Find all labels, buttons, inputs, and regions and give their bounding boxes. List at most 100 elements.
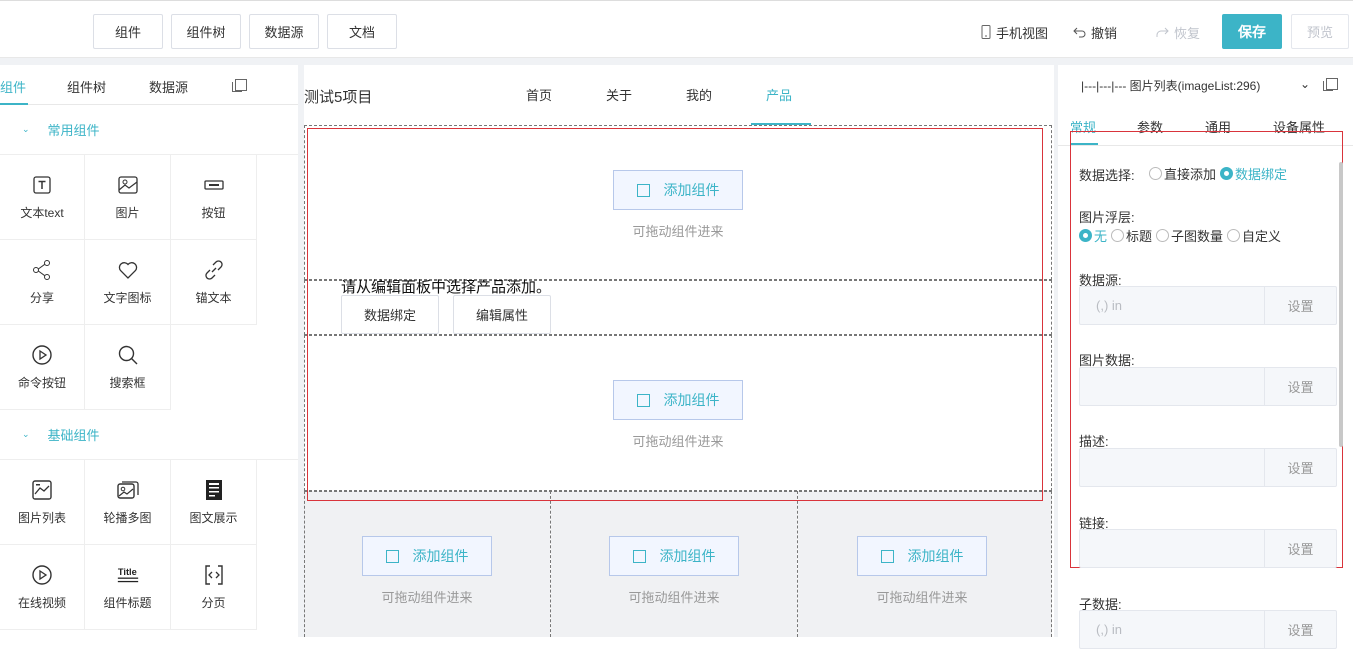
property-panel: |---|---|--- 图片列表(imageList:296) ⌄ 常规 参数…: [1058, 65, 1353, 665]
add-component-button[interactable]: 添加组件: [362, 536, 492, 576]
nav-item-about[interactable]: 关于: [606, 85, 632, 104]
drag-hint: 可拖动组件进来: [628, 590, 720, 605]
svg-text:Title: Title: [117, 567, 136, 577]
component-image-list[interactable]: 图片列表: [0, 460, 85, 545]
toolbar-components-button[interactable]: 组件: [93, 14, 163, 49]
pagination-icon: [203, 564, 225, 586]
image-icon: [117, 174, 139, 196]
radio-label: 标题: [1126, 229, 1153, 244]
component-label: 轮播多图: [103, 510, 152, 525]
square-icon: [636, 393, 650, 407]
set-button[interactable]: 设置: [1264, 368, 1336, 405]
component-anchor-text[interactable]: 锚文本: [171, 240, 257, 325]
nav-item-home[interactable]: 首页: [526, 85, 552, 104]
phone-icon: [981, 25, 991, 39]
radio-direct-add[interactable]: [1149, 167, 1162, 180]
chevron-down-icon[interactable]: ⌄: [1300, 77, 1310, 91]
button-icon: [203, 174, 225, 196]
set-button[interactable]: 设置: [1264, 611, 1336, 648]
component-image-text[interactable]: 图文展示: [171, 460, 257, 545]
group-title: 基础组件: [47, 428, 100, 443]
nav-item-products[interactable]: 产品: [766, 85, 792, 104]
column-divider: [797, 491, 798, 637]
add-component-button[interactable]: 添加组件: [609, 536, 739, 576]
set-button[interactable]: 设置: [1264, 530, 1336, 567]
carousel-icon: [116, 479, 139, 501]
component-title[interactable]: Title 组件标题: [85, 545, 171, 630]
add-component-button[interactable]: 添加组件: [613, 170, 743, 210]
chevron-down-icon: ⌄: [22, 429, 30, 439]
mobile-view-button[interactable]: 手机视图: [981, 22, 1048, 42]
radio-none[interactable]: [1079, 229, 1092, 242]
copy-icon[interactable]: [232, 79, 247, 92]
component-text-icon[interactable]: 文字图标: [85, 240, 171, 325]
radio-data-bind[interactable]: [1220, 167, 1234, 180]
radio-label: 无: [1094, 229, 1108, 244]
square-icon: [385, 549, 399, 563]
edit-props-button[interactable]: 编辑属性: [453, 295, 551, 334]
set-button[interactable]: 设置: [1264, 449, 1336, 486]
redo-icon: [1156, 27, 1169, 37]
component-button[interactable]: 按钮: [171, 155, 257, 240]
component-carousel[interactable]: 轮播多图: [85, 460, 171, 545]
radio-title[interactable]: [1111, 229, 1125, 242]
component-share[interactable]: 分享: [0, 240, 85, 325]
add-component-button[interactable]: 添加组件: [857, 536, 987, 576]
panel-scrollbar[interactable]: [1339, 162, 1343, 447]
image-data-field[interactable]: 设置: [1079, 367, 1337, 406]
undo-button[interactable]: 撤销: [1073, 22, 1117, 42]
component-pagination[interactable]: 分页: [171, 545, 257, 630]
component-label: 图文展示: [189, 510, 238, 525]
component-online-video[interactable]: 在线视频: [0, 545, 85, 630]
group-header-common[interactable]: ⌄ 常用组件: [0, 105, 298, 155]
drag-hint: 可拖动组件进来: [381, 590, 473, 605]
add-component-label: 添加组件: [663, 182, 720, 198]
component-label: 按钮: [201, 205, 226, 220]
toolbar-docs-button[interactable]: 文档: [327, 14, 397, 49]
datasource-field[interactable]: (,) in 设置: [1079, 286, 1337, 325]
data-select-radio-group: 直接添加 数据绑定: [1149, 164, 1291, 183]
component-command-button[interactable]: 命令按钮: [0, 325, 85, 410]
add-component-label: 添加组件: [663, 392, 720, 408]
product-message: 请从编辑面板中选择产品添加。: [341, 279, 552, 296]
search-icon: [117, 344, 139, 366]
tab-components[interactable]: 组件: [0, 77, 26, 96]
sub-data-field[interactable]: (,) in 设置: [1079, 610, 1337, 649]
copy-icon[interactable]: [1323, 78, 1338, 91]
group-header-basic[interactable]: ⌄ 基础组件: [0, 410, 298, 460]
set-button[interactable]: 设置: [1264, 287, 1336, 324]
heart-icon: [117, 259, 139, 281]
canvas-footer: [298, 637, 1058, 665]
selected-component-path[interactable]: |---|---|--- 图片列表(imageList:296): [1081, 77, 1260, 94]
save-button[interactable]: 保存: [1222, 14, 1282, 49]
column-divider: [550, 491, 551, 637]
tab-component-tree[interactable]: 组件树: [67, 77, 106, 96]
bind-data-button[interactable]: 数据绑定: [341, 295, 439, 334]
toolbar-datasource-button[interactable]: 数据源: [249, 14, 319, 49]
nav-item-mine[interactable]: 我的: [686, 85, 712, 104]
component-search-box[interactable]: 搜索框: [85, 325, 171, 410]
add-component-label: 添加组件: [412, 548, 469, 564]
add-component-button[interactable]: 添加组件: [613, 380, 743, 420]
drag-hint: 可拖动组件进来: [876, 590, 968, 605]
design-canvas: 测试5项目 首页 关于 我的 产品 添加组件 可拖动组件进来 请从编辑面板中选择…: [304, 65, 1054, 637]
square-icon: [632, 549, 646, 563]
title-icon: Title: [117, 564, 139, 586]
radio-custom[interactable]: [1227, 229, 1241, 242]
component-image[interactable]: 图片: [85, 155, 171, 240]
toolbar-component-tree-button[interactable]: 组件树: [171, 14, 241, 49]
component-label: 文字图标: [103, 290, 152, 305]
common-components-grid: 文本text 图片 按钮 分享 文字图标 锚文本 命令按钮 搜索框: [0, 155, 257, 410]
image-overlay-radio-group: 无 标题 子图数量 自定义: [1079, 226, 1285, 245]
add-component-label: 添加组件: [907, 548, 964, 564]
redo-button[interactable]: 恢复: [1155, 22, 1200, 42]
preview-button[interactable]: 预览: [1291, 14, 1349, 49]
description-field[interactable]: 设置: [1079, 448, 1337, 487]
component-text[interactable]: 文本text: [0, 155, 85, 240]
tab-datasource[interactable]: 数据源: [149, 77, 188, 96]
share-icon: [31, 259, 53, 281]
link-field[interactable]: 设置: [1079, 529, 1337, 568]
component-label: 命令按钮: [17, 375, 66, 390]
radio-sub-count[interactable]: [1156, 229, 1170, 242]
text-icon: [31, 174, 53, 196]
